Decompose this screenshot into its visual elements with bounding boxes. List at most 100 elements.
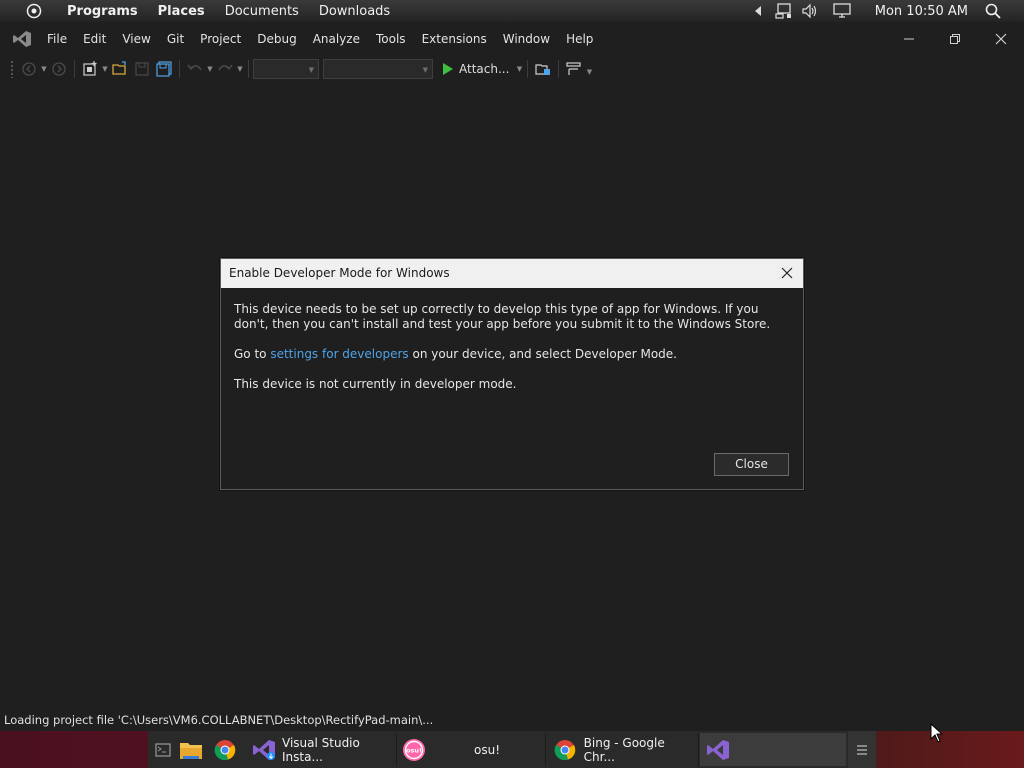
osu-label: osu! [474, 742, 501, 757]
navigate-back-button[interactable] [18, 58, 40, 80]
menu-edit[interactable]: Edit [75, 26, 114, 52]
toolbar-grip[interactable] [10, 60, 14, 78]
taskbar-menu-button[interactable] [848, 731, 876, 768]
taskbar-bing-chrome[interactable]: Bing - Google Chr... [553, 733, 699, 766]
restore-button[interactable] [932, 26, 978, 52]
toolbar-overflow-arrow[interactable]: ▼ [585, 68, 593, 76]
display-icon[interactable] [825, 0, 859, 22]
solution-platform-combo[interactable]: ▼ [323, 59, 433, 79]
toolbar-separator [558, 60, 560, 78]
save-button[interactable] [131, 58, 153, 80]
bing-chrome-label: Bing - Google Chr... [583, 735, 665, 764]
dialog-body: This device needs to be set up correctly… [221, 288, 803, 392]
instruction-prefix: Go to [234, 347, 271, 361]
places-menu[interactable]: Places [148, 4, 215, 19]
undo-button[interactable] [184, 58, 206, 80]
network-icon[interactable] [773, 0, 795, 22]
file-manager-icon [179, 738, 203, 762]
redo-dropdown-arrow[interactable]: ▼ [236, 65, 244, 73]
menu-analyze[interactable]: Analyze [305, 26, 368, 52]
mouse-cursor-icon [930, 722, 944, 746]
close-button[interactable]: Close [714, 453, 789, 476]
search-icon[interactable] [982, 0, 1004, 22]
taskbar-osu[interactable]: osu! osu! [398, 733, 546, 766]
redo-button[interactable] [214, 58, 236, 80]
dialog-title: Enable Developer Mode for Windows [229, 266, 450, 280]
chevron-down-icon: ▼ [308, 66, 314, 74]
taskbar: Visual Studio Insta... osu! osu! Bing - … [0, 731, 1024, 768]
chrome-icon [213, 738, 237, 762]
menu-tools[interactable]: Tools [368, 26, 414, 52]
new-project-icon [83, 61, 97, 76]
toolbar-separator [527, 60, 529, 78]
folder-link-icon [535, 64, 551, 75]
layout-icon [566, 62, 582, 75]
taskbar-visual-studio-active[interactable] [700, 733, 846, 766]
toolbar-options-button[interactable] [563, 58, 585, 80]
back-dropdown-arrow[interactable]: ▼ [40, 65, 48, 73]
forward-icon [52, 62, 66, 76]
toolbar-separator [248, 60, 249, 78]
instruction-suffix: on your device, and select Developer Mod… [408, 347, 677, 361]
close-icon [781, 267, 793, 279]
vs-menubar: File Edit View Git Project Debug Analyze… [0, 26, 1024, 52]
attach-label: Attach... [459, 62, 510, 76]
solution-configuration-combo[interactable]: ▼ [253, 59, 319, 79]
svg-text:osu!: osu! [406, 746, 422, 754]
menu-debug[interactable]: Debug [249, 26, 304, 52]
menu-help[interactable]: Help [558, 26, 601, 52]
toolbar-separator [74, 60, 75, 78]
open-folder-icon [112, 61, 126, 75]
top-panel: Programs Places Documents Downloads Mon … [0, 0, 1024, 22]
save-all-icon [156, 61, 172, 77]
osu-icon: osu! [402, 738, 426, 762]
menu-project[interactable]: Project [192, 26, 249, 52]
collapse-arrow-icon[interactable] [747, 0, 769, 22]
standard-toolbar: ▼ ▼ ▼ ▼ ▼ ▼ Attach... ▼ ▼ [0, 56, 1024, 82]
downloads-menu[interactable]: Downloads [309, 4, 400, 19]
play-icon [443, 63, 453, 75]
new-item-button[interactable] [79, 58, 101, 80]
dialog-close-x-button[interactable] [779, 265, 795, 281]
taskbar-chrome[interactable] [213, 733, 239, 766]
close-icon [995, 33, 1007, 45]
taskbar-file-manager[interactable] [179, 733, 205, 766]
visual-studio-icon [706, 738, 730, 762]
close-window-button[interactable] [978, 26, 1024, 52]
system-menu-icon[interactable] [23, 0, 45, 22]
clock[interactable]: Mon 10:50 AM [861, 4, 980, 19]
attach-dropdown-arrow[interactable]: ▼ [515, 65, 523, 73]
vs-installer-icon [252, 738, 276, 762]
terminal-icon [152, 738, 174, 762]
back-icon [22, 62, 36, 76]
menu-file[interactable]: File [39, 26, 75, 52]
attach-button[interactable]: Attach... [439, 58, 513, 80]
developer-mode-dialog: Enable Developer Mode for Windows This d… [220, 258, 804, 490]
taskbar-terminal[interactable] [152, 733, 174, 766]
taskbar-vs-installer[interactable]: Visual Studio Insta... [252, 733, 397, 766]
dialog-message: This device needs to be set up correctly… [234, 302, 771, 331]
navigate-forward-button[interactable] [48, 58, 70, 80]
new-item-dropdown-arrow[interactable]: ▼ [101, 65, 109, 73]
vs-installer-label: Visual Studio Insta... [282, 735, 360, 764]
programs-menu[interactable]: Programs [57, 4, 148, 19]
menu-extensions[interactable]: Extensions [414, 26, 495, 52]
menu-window[interactable]: Window [495, 26, 558, 52]
minimize-icon [904, 38, 914, 40]
settings-for-developers-link[interactable]: settings for developers [270, 347, 408, 361]
undo-dropdown-arrow[interactable]: ▼ [206, 65, 214, 73]
redo-icon [218, 64, 233, 71]
minimize-button[interactable] [886, 26, 932, 52]
documents-menu[interactable]: Documents [215, 4, 309, 19]
menu-view[interactable]: View [114, 26, 158, 52]
open-file-button[interactable] [109, 58, 131, 80]
restore-icon [950, 34, 960, 44]
volume-icon[interactable] [799, 0, 821, 22]
browser-link-button[interactable] [532, 58, 554, 80]
visual-studio-logo-icon [11, 28, 33, 50]
developer-mode-status: This device is not currently in develope… [234, 377, 517, 391]
menu-git[interactable]: Git [159, 26, 192, 52]
save-icon [135, 62, 149, 76]
save-all-button[interactable] [153, 58, 175, 80]
dialog-titlebar: Enable Developer Mode for Windows [221, 259, 803, 288]
